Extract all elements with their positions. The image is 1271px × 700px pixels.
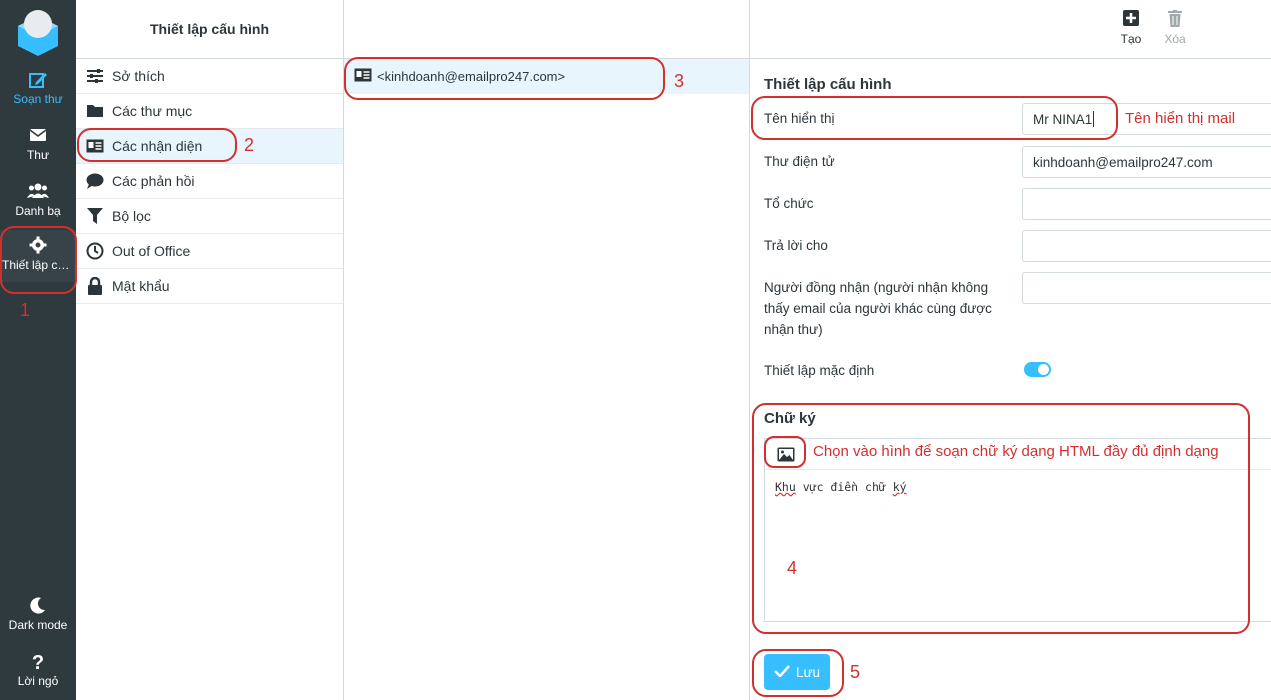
signature-word-1: Khu [775,480,796,494]
filter-icon [86,207,104,225]
settings-item-password[interactable]: Mật khẩu [76,269,343,304]
annotation-display-name-hint: Tên hiển thị mail [1125,110,1236,127]
bcc-label: Người đồng nhận (người nhận không thấy e… [764,280,992,337]
nav-settings[interactable]: Thiết lập cấ... [0,230,76,282]
plus-icon [1111,10,1151,32]
email-input[interactable]: kinhdoanh@emailpro247.com [1022,146,1271,178]
settings-item-label: Sở thích [112,68,165,84]
settings-item-label: Các phản hồi [112,173,195,189]
signature-word-3: ký [892,480,907,494]
nav-dark-mode-label: Dark mode [8,618,68,632]
settings-item-label: Out of Office [112,243,191,259]
create-button[interactable]: Tạo [1111,10,1151,46]
nav-dark-mode[interactable]: Dark mode [0,590,76,642]
check-icon [774,664,790,680]
identity-row[interactable]: <kinhdoanh@emailpro247.com> [344,59,749,94]
settings-item-label: Mật khẩu [112,278,170,294]
create-label: Tạo [1120,32,1142,46]
save-button[interactable]: Lưu [764,654,830,690]
main-sidebar: Soạn thư Thư Danh bạ Thiết lập cấ... Dar… [0,0,76,700]
lock-icon [86,277,104,295]
nav-about-label: Lời ngỏ [17,674,59,688]
annotation-number-3: 3 [674,71,685,91]
clock-icon [86,242,104,260]
moon-icon [0,596,76,618]
save-label: Lưu [795,664,821,680]
identity-label: <kinhdoanh@emailpro247.com> [377,69,566,84]
sliders-icon [86,67,104,85]
nav-mail-label: Thư [26,148,50,162]
id-card-icon [86,137,104,155]
signature-editor: Khu vực điền chữ ký [764,438,1271,622]
annotation-number-4: 4 [787,558,798,578]
text-caret [1093,111,1095,127]
identity-form-panel: Tạo Xóa Thiết lập cấu hình Tên hiển thị … [750,0,1271,700]
nav-contacts[interactable]: Danh bạ [0,176,76,228]
toolbar: Tạo Xóa [750,0,1271,59]
annotation-number-5: 5 [850,662,861,682]
email-value: kinhdoanh@emailpro247.com [1033,154,1213,170]
settings-item-preferences[interactable]: Sở thích [76,59,343,94]
bcc-input[interactable] [1022,272,1271,304]
nav-compose-label: Soạn thư [13,92,63,106]
form-title: Thiết lập cấu hình [764,76,892,93]
settings-item-identities[interactable]: Các nhận diện [76,129,343,164]
delete-label: Xóa [1164,32,1186,46]
app-root: Soạn thư Thư Danh bạ Thiết lập cấ... Dar… [0,0,1271,700]
id-card-icon [354,68,372,85]
annotation-signature-hint: Chọn vào hình để soạn chữ ký dạng HTML đ… [813,443,1219,460]
reply-to-input[interactable] [1022,230,1271,262]
settings-item-label: Các thư mục [112,103,193,119]
delete-button[interactable]: Xóa [1155,10,1195,46]
annotation-number-2: 2 [244,135,255,155]
email-label: Thư điện tử [764,154,835,169]
folder-icon [86,102,104,120]
default-toggle[interactable] [1024,362,1051,377]
reply-to-label: Trả lời cho [764,238,828,253]
nav-about[interactable]: ? Lời ngỏ [0,646,76,698]
settings-item-label: Bộ lọc [112,208,151,224]
settings-panel: Thiết lập cấu hình Sở thích Các thư mục … [76,0,344,700]
organization-label: Tổ chức [764,196,814,211]
annotation-number-1: 1 [20,300,31,320]
settings-header: Thiết lập cấu hình [76,0,343,59]
contacts-icon [0,182,76,204]
identities-panel: <kinhdoanh@emailpro247.com> [344,0,750,700]
nav-settings-label: Thiết lập cấ... [2,258,75,272]
app-logo[interactable] [12,6,64,58]
gear-icon [0,236,76,258]
settings-item-responses[interactable]: Các phản hồi [76,164,343,199]
settings-item-label: Các nhận diện [112,138,203,154]
nav-mail[interactable]: Thư [0,120,76,172]
signature-title: Chữ ký [764,410,816,427]
organization-input[interactable] [1022,188,1271,220]
display-name-value: Mr NINA1 [1033,111,1093,127]
default-label: Thiết lập mặc định [764,363,875,378]
trash-icon [1155,10,1195,32]
nav-compose[interactable]: Soạn thư [0,64,76,116]
mail-icon [0,126,76,148]
signature-word-2: vực điền chữ [802,480,886,494]
question-icon: ? [31,652,45,674]
settings-item-folders[interactable]: Các thư mục [76,94,343,129]
compose-icon [0,70,76,92]
comment-icon [86,172,104,190]
signature-textarea[interactable]: Khu vực điền chữ ký [765,470,1271,504]
nav-contacts-label: Danh bạ [15,204,61,218]
settings-item-filters[interactable]: Bộ lọc [76,199,343,234]
display-name-label: Tên hiển thị [764,111,835,126]
image-icon[interactable] [777,447,795,462]
identities-header [344,0,749,59]
settings-item-out-of-office[interactable]: Out of Office [76,234,343,269]
